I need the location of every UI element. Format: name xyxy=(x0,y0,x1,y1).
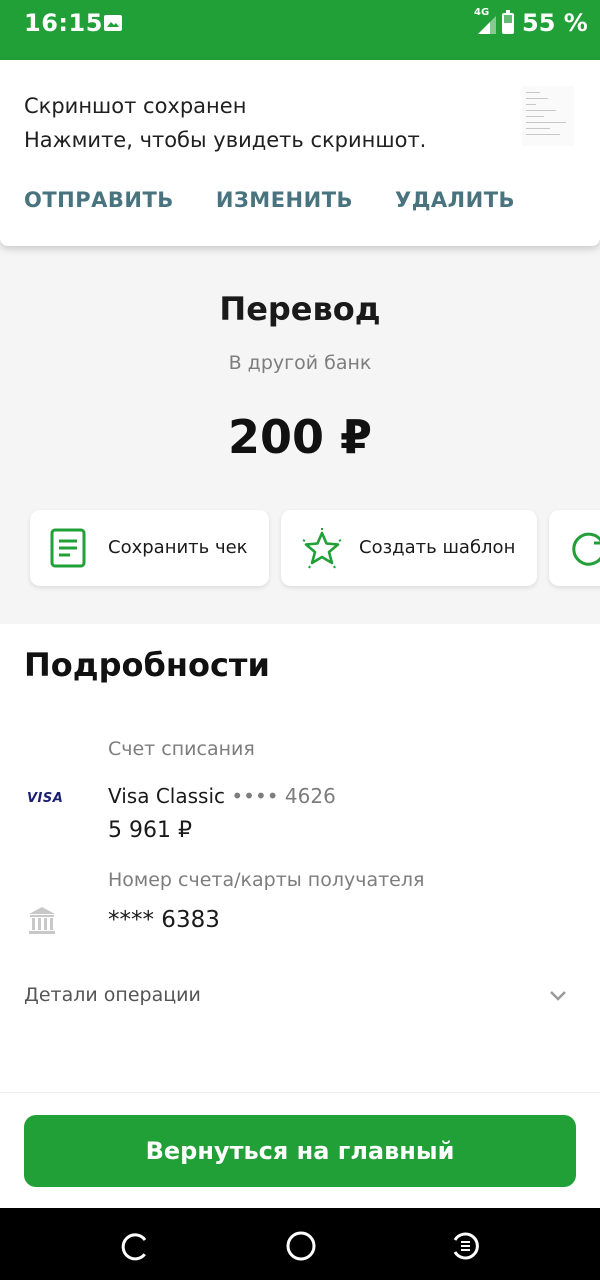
receipt-icon xyxy=(50,528,86,568)
notification-edit-button[interactable]: ИЗМЕНИТЬ xyxy=(216,188,353,212)
star-icon xyxy=(302,528,342,569)
repeat-icon xyxy=(572,532,600,566)
operation-subtitle: В другой банк xyxy=(228,352,372,374)
status-time: 16:15 xyxy=(24,9,103,37)
debit-card[interactable]: Visa Classic •••• 4626 xyxy=(108,784,336,808)
screenshot-notification[interactable]: Скриншот сохранен Нажмите, чтобы увидеть… xyxy=(0,60,600,246)
gallery-notification-icon xyxy=(104,15,122,31)
screenshot-thumbnail[interactable] xyxy=(522,86,574,146)
bottom-divider xyxy=(0,1092,600,1093)
chevron-down-icon[interactable] xyxy=(548,989,568,1003)
status-bar: 16:15 4G 55 % xyxy=(0,0,600,48)
card-balance: 5 961 ₽ xyxy=(108,818,192,843)
operation-amount: 200 ₽ xyxy=(227,410,373,464)
notification-actions: ОТПРАВИТЬ ИЗМЕНИТЬ УДАЛИТЬ xyxy=(24,188,515,212)
debit-account-label: Счет списания xyxy=(108,738,255,760)
battery-percent: 55 % xyxy=(522,9,588,37)
recent-apps-icon[interactable] xyxy=(118,1230,150,1262)
save-receipt-button[interactable]: Сохранить чек xyxy=(30,510,269,586)
notification-title: Скриншот сохранен xyxy=(24,94,247,118)
signal-icon xyxy=(478,16,496,34)
home-icon[interactable] xyxy=(285,1230,317,1262)
battery-icon xyxy=(502,10,514,34)
return-to-main-button[interactable]: Вернуться на главный xyxy=(24,1115,576,1187)
bank-icon xyxy=(29,907,55,934)
save-receipt-label: Сохранить чек xyxy=(108,537,248,558)
system-nav-bar xyxy=(0,1208,600,1280)
recipient-label: Номер счета/карты получателя xyxy=(108,869,425,891)
notification-body: Нажмите, чтобы увидеть скриншот. xyxy=(24,128,427,152)
operation-details-toggle[interactable]: Детали операции xyxy=(24,984,201,1006)
recipient-number: **** 6383 xyxy=(108,907,220,933)
operation-title: Перевод xyxy=(219,290,381,328)
create-template-button[interactable]: Создать шаблон xyxy=(281,510,537,586)
details-heading: Подробности xyxy=(24,646,270,684)
visa-logo: VISA xyxy=(27,791,64,806)
card-mask: •••• 4626 xyxy=(231,784,336,808)
notification-delete-button[interactable]: УДАЛИТЬ xyxy=(395,188,515,212)
notification-send-button[interactable]: ОТПРАВИТЬ xyxy=(24,188,174,212)
back-menu-icon[interactable] xyxy=(450,1230,482,1262)
card-name: Visa Classic xyxy=(108,784,226,808)
create-template-label: Создать шаблон xyxy=(359,537,516,558)
repeat-transfer-button[interactable] xyxy=(549,510,600,586)
